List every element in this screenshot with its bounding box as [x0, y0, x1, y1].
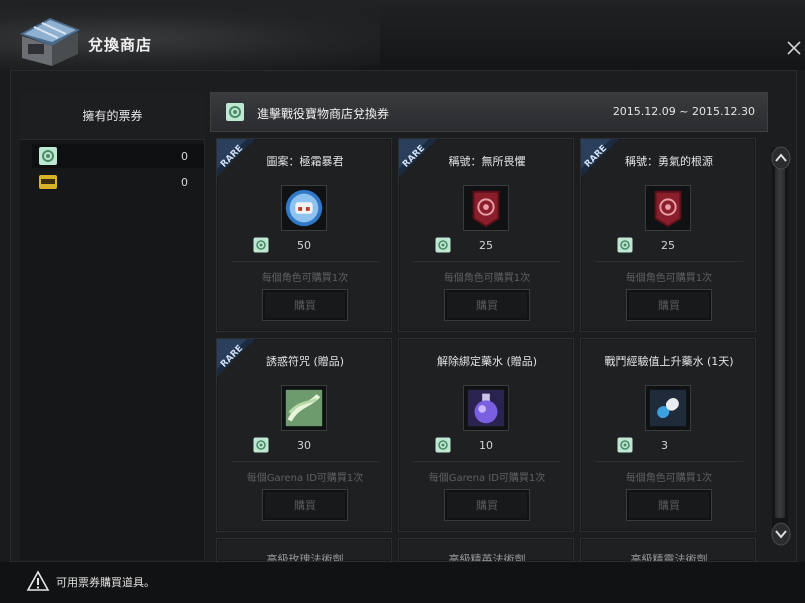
divider — [595, 461, 743, 462]
title-banner-icon — [645, 185, 691, 231]
item-price: 50 — [297, 239, 311, 252]
ticket-row-garena[interactable]: 0 — [32, 144, 204, 168]
buy-button[interactable]: 購買 — [626, 289, 712, 321]
buy-button[interactable]: 購買 — [626, 489, 712, 521]
price-row: 30 — [253, 437, 373, 455]
buy-button[interactable]: 購買 — [444, 289, 530, 321]
buy-button[interactable]: 購買 — [262, 289, 348, 321]
title-banner-icon — [463, 185, 509, 231]
divider — [413, 461, 561, 462]
shop-header: 進擊戰役寶物商店兌換券 2015.12.09 ~ 2015.12.30 — [210, 92, 768, 132]
garena-ticket-icon — [39, 147, 57, 165]
scroll-down-icon[interactable] — [771, 522, 791, 546]
item-name: 誘惑符咒 (贈品) — [265, 355, 345, 368]
shop-item-card: 高級玫瑰法術劑 — [216, 538, 392, 562]
window-title: 兌換商店 — [88, 36, 153, 54]
charm-icon — [281, 385, 327, 431]
ticket-count: 0 — [181, 149, 188, 163]
item-price: 30 — [297, 439, 311, 452]
purchase-limit: 每個角色可購買1次 — [261, 273, 349, 284]
purchase-limit: 每個Garena ID可購買1次 — [246, 473, 364, 484]
item-price: 3 — [661, 439, 668, 452]
item-price: 10 — [479, 439, 493, 452]
shop-item-card: 高級精靈法術劑 — [580, 538, 756, 562]
unbind-potion-icon — [463, 385, 509, 431]
price-row: 50 — [253, 237, 373, 255]
item-name: 稱號：勇氣的根源 — [625, 155, 713, 168]
scrollbar-thumb[interactable] — [775, 168, 785, 518]
shop-item-card: RARE 稱號：無所畏懼 25 每個角色可購買1次 購買 — [398, 138, 574, 332]
garena-ticket-icon — [435, 237, 451, 253]
purchase-limit: 每個角色可購買1次 — [625, 273, 713, 284]
close-icon[interactable] — [784, 38, 804, 58]
item-name: 戰鬥經驗值上升藥水 (1天) — [604, 355, 734, 368]
divider — [595, 261, 743, 262]
title-bar: 兌換商店 — [0, 0, 805, 70]
shop-item-card: 高級精英法術劑 — [398, 538, 574, 562]
item-name: 圖案：極霜暴君 — [266, 155, 344, 168]
exp-capsule-icon — [645, 385, 691, 431]
item-name: 解除綁定藥水 (贈品) — [436, 355, 538, 368]
item-price: 25 — [661, 239, 675, 252]
price-row: 3 — [617, 437, 737, 455]
garena-ticket-icon — [226, 103, 244, 121]
footer-hint: 可用票券購買道具。 — [56, 576, 155, 589]
purchase-limit: 每個角色可購買1次 — [443, 273, 531, 284]
item-name: 高級玫瑰法術劑 — [266, 553, 344, 562]
price-row: 25 — [617, 237, 737, 255]
yellow-ticket-icon — [39, 175, 57, 189]
divider — [231, 261, 379, 262]
shop-item-card: RARE 誘惑符咒 (贈品) 30 每個Garena ID可購買1次 購買 — [216, 338, 392, 532]
ticket-row-yellow[interactable]: 0 — [32, 170, 204, 194]
shop-item-card: 解除綁定藥水 (贈品) 10 每個Garena ID可購買1次購買 — [398, 338, 574, 532]
divider — [413, 261, 561, 262]
garena-ticket-icon — [253, 437, 269, 453]
purchase-limit: 每個角色可購買1次 — [625, 473, 713, 484]
shop-title: 進擊戰役寶物商店兌換券 — [257, 107, 390, 121]
shop-stall-icon — [20, 18, 80, 66]
buy-button[interactable]: 購買 — [262, 489, 348, 521]
shop-dates: 2015.12.09 ~ 2015.12.30 — [612, 105, 755, 118]
garena-ticket-icon — [617, 437, 633, 453]
buy-button[interactable]: 購買 — [444, 489, 530, 521]
warning-icon — [26, 570, 50, 591]
shop-item-card: RARE 稱號：勇氣的根源 25 每個角色可購買1次 購買 — [580, 138, 756, 332]
item-price: 25 — [479, 239, 493, 252]
price-row: 25 — [435, 237, 555, 255]
garena-ticket-icon — [617, 237, 633, 253]
purchase-limit: 每個Garena ID可購買1次 — [428, 473, 546, 484]
scroll-up-icon[interactable] — [771, 146, 791, 170]
ticket-count: 0 — [181, 175, 188, 189]
item-name: 高級精靈法術劑 — [630, 553, 708, 562]
frost-tyrant-emblem-icon — [281, 185, 327, 231]
divider — [231, 461, 379, 462]
shop-item-card: RARE 圖案：極霜暴君 50 每個角色可購買1次 購買 — [216, 138, 392, 332]
item-name: 稱號：無所畏懼 — [448, 155, 526, 168]
shop-item-card: 戰鬥經驗值上升藥水 (1天) 3 每個角色可購買1次購買 — [580, 338, 756, 532]
item-name: 高級精英法術劑 — [448, 553, 526, 562]
garena-ticket-icon — [435, 437, 451, 453]
garena-ticket-icon — [253, 237, 269, 253]
owned-tickets-header: 擁有的票券 — [20, 92, 205, 140]
price-row: 10 — [435, 437, 555, 455]
